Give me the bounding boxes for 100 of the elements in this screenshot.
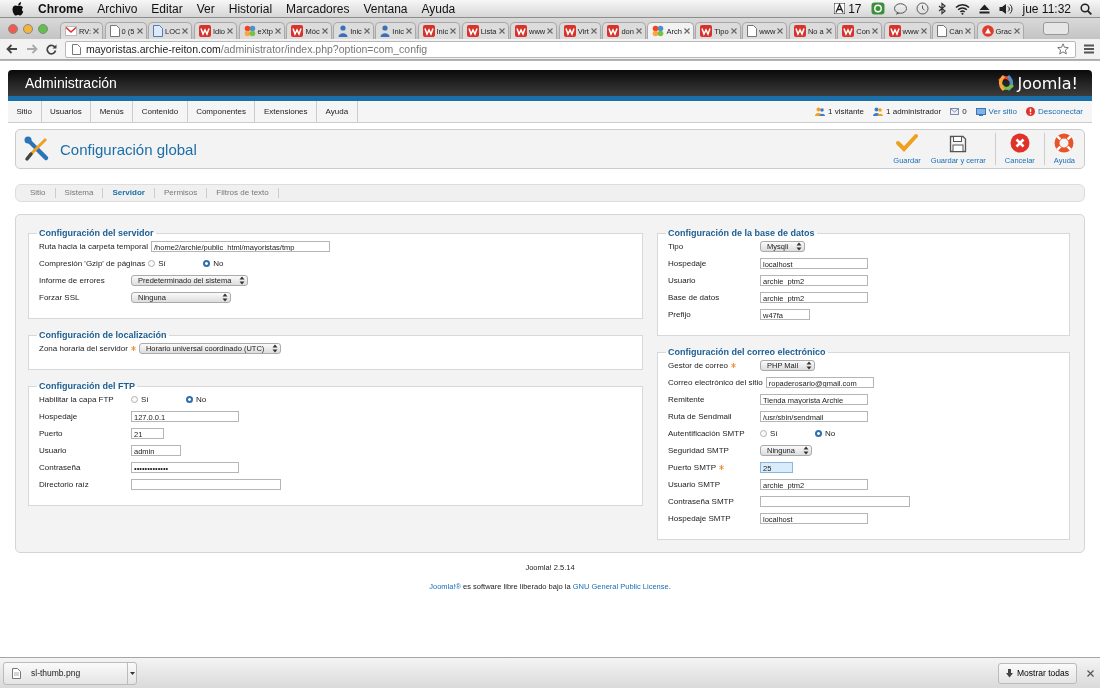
close-icon[interactable] <box>1013 28 1020 34</box>
app-menu[interactable]: Chrome <box>38 1 84 16</box>
radio-label: No <box>213 259 224 268</box>
close-icon[interactable] <box>363 28 370 34</box>
close-icon[interactable] <box>730 28 737 34</box>
radio-button[interactable] <box>815 430 822 437</box>
history-icon[interactable] <box>915 2 929 15</box>
settings-tab[interactable]: Permisos <box>154 188 208 198</box>
show-all-button[interactable]: Mostrar todas <box>998 662 1077 684</box>
caret-icon <box>239 276 246 285</box>
close-icon[interactable] <box>590 28 597 34</box>
field-label: Puerto SMTP <box>668 463 716 472</box>
close-icon[interactable] <box>498 28 505 34</box>
new-tab-button[interactable] <box>1043 22 1070 35</box>
close-icon[interactable] <box>93 28 100 34</box>
field-label: Usuario <box>39 446 67 455</box>
page-title: Configuración global <box>60 140 197 158</box>
header-link[interactable]: Ver sitio <box>975 107 1018 116</box>
caret-icon <box>806 361 813 370</box>
menu-item[interactable]: Ayuda <box>421 1 456 16</box>
header-title: Administración <box>25 75 117 91</box>
eject-icon[interactable] <box>978 3 990 14</box>
field-label: Hospedaje <box>39 412 78 421</box>
update-count: 17 <box>848 1 862 16</box>
menu-item[interactable]: Usuarios <box>41 101 92 122</box>
close-button[interactable] <box>8 23 18 34</box>
person-icon <box>338 25 349 37</box>
menu-item[interactable]: Historial <box>228 1 273 16</box>
radio-button[interactable] <box>148 260 156 267</box>
close-icon[interactable] <box>872 28 878 34</box>
close-icon[interactable] <box>182 28 189 34</box>
field-label: Zona horaria del servidor <box>39 344 128 353</box>
menu-item[interactable]: Archivo <box>97 1 138 16</box>
radio-label: Sí <box>141 395 149 404</box>
search-icon[interactable] <box>1080 2 1092 15</box>
menu-item[interactable]: Ventana <box>363 1 408 16</box>
menu-item[interactable]: Ayuda <box>317 101 358 122</box>
close-icon[interactable] <box>683 28 690 34</box>
close-icon[interactable] <box>635 28 642 34</box>
close-icon[interactable] <box>965 28 971 34</box>
star-icon[interactable] <box>1057 43 1069 55</box>
site-icon <box>466 25 479 37</box>
tools-icon <box>24 136 50 162</box>
zoom-button[interactable] <box>38 23 48 34</box>
clock[interactable]: jue 11:32 <box>1022 1 1071 16</box>
settings-tab[interactable]: Sistema <box>55 188 104 198</box>
close-icon[interactable] <box>136 28 143 34</box>
caret-icon <box>222 293 228 302</box>
text-field[interactable] <box>131 479 282 490</box>
menu-item[interactable]: Marcadores <box>286 1 350 16</box>
bluetooth-icon[interactable] <box>937 2 946 15</box>
caret-icon <box>129 671 135 675</box>
header-link[interactable]: Desconectar <box>1026 107 1083 116</box>
sync-icon[interactable] <box>870 2 885 15</box>
volume-icon[interactable] <box>998 2 1014 15</box>
menu-item[interactable]: Sitio <box>8 101 42 122</box>
field-label: Ruta de Sendmail <box>668 412 732 421</box>
monitor-icon <box>975 107 986 116</box>
close-icon[interactable] <box>777 28 784 34</box>
field-label: Correo electrónico del sitio <box>668 378 763 387</box>
status-item: 1 visitante <box>815 107 864 116</box>
joomla-icon <box>243 25 256 37</box>
page-icon <box>72 43 81 55</box>
close-icon[interactable] <box>450 28 457 34</box>
wifi-icon[interactable] <box>954 2 970 15</box>
menu-item[interactable]: Menús <box>91 101 134 122</box>
settings-tab[interactable]: Servidor <box>103 188 155 198</box>
close-icon[interactable] <box>275 28 281 34</box>
round-logo-icon <box>981 25 994 37</box>
chat-icon[interactable] <box>893 2 907 15</box>
close-icon[interactable] <box>825 28 832 34</box>
menu-icon[interactable] <box>1084 44 1094 54</box>
close-icon[interactable] <box>406 28 412 34</box>
close-icon[interactable] <box>920 28 927 34</box>
download-menu-button[interactable] <box>127 662 136 684</box>
menu-item[interactable]: Componentes <box>187 101 256 122</box>
field-label: Seguridad SMTP <box>668 446 729 455</box>
close-icon[interactable] <box>227 28 234 34</box>
settings-tab[interactable]: Filtros de texto <box>207 188 279 198</box>
radio-button[interactable] <box>760 430 767 437</box>
reload-icon[interactable] <box>46 43 57 55</box>
menu-item[interactable]: Extensiones <box>255 101 318 122</box>
radio-button[interactable] <box>131 396 138 403</box>
radio-button[interactable] <box>203 260 211 267</box>
text-field[interactable] <box>760 496 911 507</box>
address-bar[interactable]: mayoristas.archie-reiton.com/administrator/index.php?option=com_config <box>65 40 1076 58</box>
close-icon[interactable] <box>1087 669 1094 677</box>
minimize-button[interactable] <box>23 23 33 34</box>
menu-item[interactable]: Ver <box>196 1 215 16</box>
menu-item[interactable]: Editar <box>151 1 183 16</box>
checkmark-icon <box>896 133 919 153</box>
menu-item[interactable]: Contenido <box>133 101 188 122</box>
settings-tab[interactable]: Sitio <box>21 188 56 198</box>
download-item[interactable]: sl-thumb.png <box>31 668 81 678</box>
back-icon[interactable] <box>6 44 18 54</box>
close-icon[interactable] <box>321 28 328 34</box>
radio-label: No <box>196 395 207 404</box>
close-icon[interactable] <box>547 28 554 34</box>
radio-button[interactable] <box>186 396 193 403</box>
group-title: Configuración del servidor <box>38 228 155 238</box>
